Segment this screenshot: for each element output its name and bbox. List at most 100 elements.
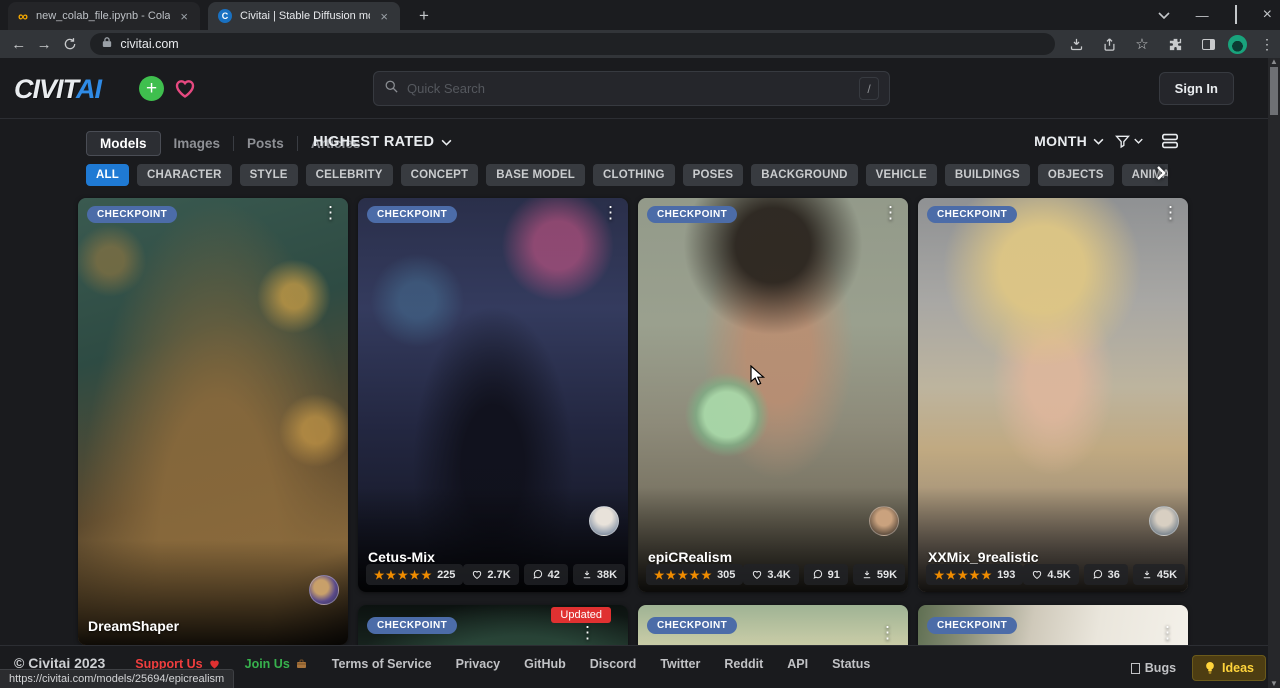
- logo-civit-text: CIVIT: [14, 74, 76, 104]
- twitter-link[interactable]: Twitter: [660, 657, 700, 671]
- logo-ai-text: AI: [76, 74, 101, 104]
- chip-all[interactable]: ALL: [86, 164, 129, 186]
- status-link[interactable]: Status: [832, 657, 870, 671]
- quick-search-bar[interactable]: /: [373, 71, 890, 106]
- card-menu-icon[interactable]: ⋮: [882, 204, 899, 221]
- card-menu-icon[interactable]: ⋮: [602, 204, 619, 221]
- profile-avatar[interactable]: [1228, 35, 1247, 54]
- chip-character[interactable]: CHARACTER: [137, 164, 232, 186]
- reload-button[interactable]: [57, 37, 82, 51]
- privacy-link[interactable]: Privacy: [456, 657, 500, 671]
- model-card-xxmix-9realistic[interactable]: CHECKPOINT ⋮ XXMix_9realistic ★★★★★ 193 …: [918, 198, 1188, 592]
- model-card-cetus-mix[interactable]: CHECKPOINT ⋮ Cetus-Mix ★★★★★ 225 2.7K 42…: [358, 198, 628, 592]
- card-menu-icon[interactable]: ⋮: [879, 624, 896, 641]
- sign-in-button[interactable]: Sign In: [1159, 72, 1234, 105]
- chip-base-model[interactable]: BASE MODEL: [486, 164, 585, 186]
- discord-link[interactable]: Discord: [590, 657, 637, 671]
- ideas-button[interactable]: Ideas: [1192, 655, 1266, 681]
- model-card-dreamshaper[interactable]: CHECKPOINT ⋮ DreamShaper: [78, 198, 348, 645]
- checkpoint-badge: CHECKPOINT: [367, 617, 457, 634]
- rating-count: 225: [437, 569, 455, 581]
- card-menu-icon[interactable]: ⋮: [322, 204, 339, 221]
- extensions-puzzle-icon[interactable]: [1162, 37, 1188, 52]
- chevron-down-icon: [1093, 138, 1104, 145]
- chip-objects[interactable]: OBJECTS: [1038, 164, 1114, 186]
- scrollbar-thumb[interactable]: [1270, 67, 1278, 115]
- tab-close-icon[interactable]: ×: [178, 10, 190, 23]
- side-panel-icon[interactable]: [1195, 39, 1221, 50]
- forward-button[interactable]: →: [31, 36, 56, 53]
- reddit-link[interactable]: Reddit: [724, 657, 763, 671]
- creator-avatar[interactable]: [869, 506, 899, 536]
- chip-buildings[interactable]: BUILDINGS: [945, 164, 1030, 186]
- comment-icon: [532, 569, 544, 580]
- download-page-icon[interactable]: [1063, 37, 1089, 52]
- url-text: civitai.com: [120, 37, 178, 51]
- chip-style[interactable]: STYLE: [240, 164, 298, 186]
- join-us-link[interactable]: Join Us: [245, 657, 308, 671]
- terms-link[interactable]: Terms of Service: [332, 657, 432, 671]
- chip-poses[interactable]: POSES: [683, 164, 744, 186]
- favorites-heart-icon[interactable]: [172, 76, 198, 105]
- bookmark-star-icon[interactable]: ☆: [1129, 35, 1155, 53]
- model-card-epicrealism[interactable]: CHECKPOINT ⋮ epiCRealism ★★★★★ 305 3.4K …: [638, 198, 908, 592]
- downloads-count: 38K: [597, 569, 617, 581]
- back-button[interactable]: ←: [6, 36, 31, 53]
- creator-avatar[interactable]: [589, 506, 619, 536]
- chip-clothing[interactable]: CLOTHING: [593, 164, 675, 186]
- new-tab-button[interactable]: +: [412, 4, 436, 28]
- page-scrollbar[interactable]: ▲ ▼: [1268, 58, 1280, 688]
- filter-dropdown[interactable]: [1114, 133, 1143, 149]
- tab-posts[interactable]: Posts: [234, 132, 297, 155]
- tab-models[interactable]: Models: [86, 131, 161, 156]
- tab-colab[interactable]: ∞ new_colab_file.ipynb - Colaborat ×: [8, 2, 200, 30]
- close-window-button[interactable]: ×: [1263, 7, 1272, 23]
- scroll-up-arrow-icon[interactable]: ▲: [1268, 57, 1280, 66]
- sort-dropdown[interactable]: HIGHEST RATED: [313, 134, 452, 150]
- address-bar[interactable]: civitai.com: [90, 33, 1055, 55]
- github-link[interactable]: GitHub: [524, 657, 566, 671]
- maximize-button[interactable]: [1235, 6, 1237, 24]
- browser-menu-icon[interactable]: ⋮: [1254, 36, 1280, 53]
- comments-count: 91: [828, 569, 840, 581]
- chip-concept[interactable]: CONCEPT: [401, 164, 479, 186]
- footer-links: Support Us Join Us Terms of Service Priv…: [135, 655, 870, 671]
- download-icon: [861, 569, 873, 580]
- star-rating-icon: ★★★★★: [934, 568, 993, 582]
- browser-window: ∞ new_colab_file.ipynb - Colaborat × C C…: [0, 0, 1280, 688]
- tab-civitai[interactable]: C Civitai | Stable Diffusion models, ×: [208, 2, 400, 30]
- funnel-icon: [1114, 133, 1131, 149]
- browser-toolbar: ← → civitai.com ☆ ⋮: [0, 30, 1280, 58]
- civitai-favicon-icon: C: [218, 9, 232, 23]
- card-menu-icon[interactable]: ⋮: [579, 624, 596, 641]
- card-menu-icon[interactable]: ⋮: [1159, 624, 1176, 641]
- chevron-down-icon: [1134, 138, 1143, 144]
- chip-celebrity[interactable]: CELEBRITY: [306, 164, 393, 186]
- model-title: epiCRealism: [648, 549, 732, 565]
- layout-toggle-button[interactable]: [1161, 133, 1179, 149]
- creator-avatar[interactable]: [1149, 506, 1179, 536]
- bugs-button[interactable]: Bugs: [1131, 661, 1176, 675]
- chip-vehicle[interactable]: VEHICLE: [866, 164, 937, 186]
- model-title: DreamShaper: [88, 618, 179, 634]
- tab-images[interactable]: Images: [161, 132, 234, 155]
- likes-count: 3.4K: [767, 569, 790, 581]
- comments-pill: 42: [524, 564, 568, 585]
- downloads-pill: 38K: [573, 564, 625, 585]
- api-link[interactable]: API: [787, 657, 808, 671]
- creator-avatar[interactable]: [309, 575, 339, 605]
- minimize-button[interactable]: —: [1196, 9, 1209, 22]
- civitai-logo[interactable]: CIVITAI: [14, 74, 101, 105]
- tab-search-chevron-icon[interactable]: [1158, 11, 1170, 19]
- scroll-down-arrow-icon[interactable]: ▼: [1268, 679, 1280, 688]
- share-icon[interactable]: [1096, 37, 1122, 52]
- chips-scroll-right-button[interactable]: [1156, 165, 1166, 186]
- tab-close-icon[interactable]: ×: [378, 10, 390, 23]
- period-dropdown[interactable]: MONTH: [1034, 133, 1104, 149]
- card-menu-icon[interactable]: ⋮: [1162, 204, 1179, 221]
- chevron-down-icon: [441, 139, 452, 146]
- upload-plus-button[interactable]: +: [139, 76, 164, 101]
- chip-background[interactable]: BACKGROUND: [751, 164, 857, 186]
- search-input[interactable]: [407, 81, 851, 96]
- rating-count: 193: [997, 569, 1015, 581]
